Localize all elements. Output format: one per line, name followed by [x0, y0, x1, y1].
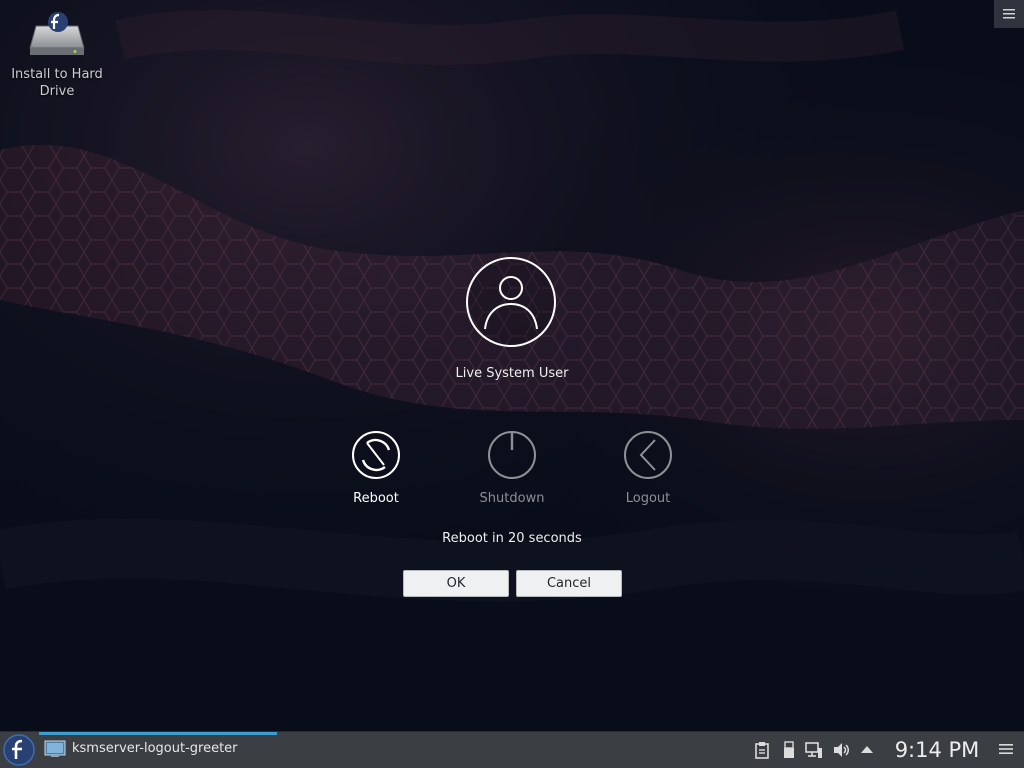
logout-action[interactable]: Logout — [603, 430, 693, 506]
reboot-label: Reboot — [353, 491, 399, 506]
logout-label: Logout — [625, 491, 671, 506]
desktop-icon-label: Install to Hard Drive — [11, 67, 103, 99]
volume-icon[interactable] — [832, 741, 850, 759]
desktop-icon-install[interactable]: Install to Hard Drive — [4, 8, 110, 100]
user-avatar-icon — [466, 257, 556, 347]
ok-button[interactable]: OK — [403, 570, 509, 597]
cancel-button[interactable]: Cancel — [516, 570, 622, 597]
usb-device-icon[interactable] — [780, 741, 798, 759]
shutdown-label: Shutdown — [479, 491, 545, 506]
task-active-indicator — [39, 732, 277, 735]
clock[interactable]: 9:14 PM — [885, 735, 989, 765]
countdown-text: Reboot in 20 seconds — [442, 531, 582, 546]
clipboard-icon[interactable] — [753, 741, 771, 759]
reboot-icon — [352, 431, 400, 479]
desktop-toolbox-button[interactable] — [994, 0, 1024, 28]
desktop-screen: Install to Hard Drive Live System User R… — [0, 0, 1024, 768]
user-avatar — [465, 256, 557, 348]
expand-tray-icon[interactable] — [858, 741, 876, 759]
network-icon[interactable] — [805, 741, 823, 759]
install-drive-icon — [29, 12, 85, 55]
taskbar-panel: ksmserver-logout-greeter 9:14 PM — [0, 731, 1024, 768]
reboot-action[interactable]: Reboot — [331, 430, 421, 506]
shutdown-action[interactable]: Shutdown — [467, 430, 557, 506]
power-icon — [488, 431, 536, 479]
user-name: Live System User — [455, 366, 569, 381]
application-launcher[interactable] — [2, 733, 36, 767]
task-label: ksmserver-logout-greeter — [72, 741, 238, 756]
panel-menu-icon[interactable] — [998, 741, 1014, 757]
logout-chevron-icon — [624, 431, 672, 479]
fedora-logo-icon — [3, 734, 35, 766]
task-ksmserver[interactable]: ksmserver-logout-greeter — [39, 732, 277, 767]
hamburger-menu-icon — [1003, 9, 1015, 19]
window-icon — [44, 740, 66, 757]
